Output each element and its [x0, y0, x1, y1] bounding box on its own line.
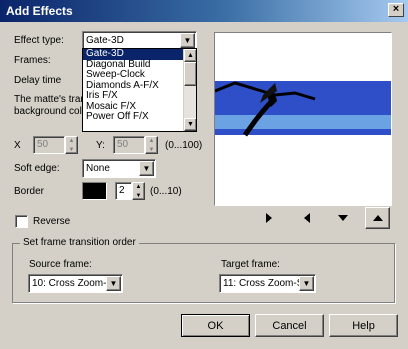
x-label: X [14, 140, 21, 151]
dropdown-item[interactable]: Sweep-Clock [83, 69, 196, 81]
matte-text-line2: background col [14, 106, 82, 117]
y-input[interactable]: 50 [113, 136, 145, 154]
arrow-left-icon [303, 213, 310, 223]
arrow-down-icon [337, 215, 348, 221]
target-frame-value: 11: Cross Zoom-S [223, 278, 304, 289]
border-width-value: 2 [119, 185, 125, 196]
scroll-up-icon[interactable]: ▲ [184, 49, 196, 62]
help-label: Help [352, 319, 375, 332]
spin-down-icon[interactable]: ▼ [66, 146, 77, 155]
border-range: (0...10) [150, 186, 182, 197]
delay-label: Delay time [14, 75, 62, 86]
xy-range: (0...100) [165, 140, 203, 151]
scroll-thumb[interactable] [184, 62, 196, 86]
move-down-button[interactable] [330, 207, 355, 229]
spin-up-icon[interactable]: ▲ [66, 137, 77, 146]
effect-type-dropdown[interactable]: Gate-3D Diagonal Build Sweep-Clock Diamo… [82, 48, 197, 132]
border-color-swatch[interactable] [82, 182, 107, 200]
close-button[interactable]: × [388, 3, 404, 17]
title-bar: Add Effects × [0, 0, 408, 22]
y-value: 50 [117, 139, 129, 150]
x-value: 50 [37, 139, 49, 150]
border-spinner[interactable]: ▲ ▼ [132, 182, 145, 200]
effect-preview [214, 32, 392, 206]
move-up-button[interactable] [365, 207, 390, 229]
x-spinner[interactable]: ▲ ▼ [65, 136, 78, 154]
spin-up-icon[interactable]: ▲ [133, 183, 144, 192]
chevron-down-icon[interactable]: ▼ [299, 276, 314, 291]
close-icon: × [392, 3, 400, 15]
y-spinner[interactable]: ▲ ▼ [145, 136, 158, 154]
dropdown-item[interactable]: Gate-3D [83, 49, 196, 60]
effect-type-label: Effect type: [14, 35, 64, 46]
help-button[interactable]: Help [329, 314, 398, 337]
frame-order-group-title: Set frame transition order [20, 237, 139, 248]
target-frame-label: Target frame: [221, 259, 280, 270]
soft-edge-value: None [86, 163, 110, 174]
reverse-checkbox[interactable] [15, 215, 28, 228]
target-frame-select[interactable]: 11: Cross Zoom-S ▼ [219, 274, 316, 293]
ok-button[interactable]: OK [181, 314, 250, 337]
border-width-input[interactable]: 2 [115, 182, 132, 200]
chevron-down-icon[interactable]: ▼ [180, 33, 195, 48]
dropdown-scrollbar[interactable]: ▲ ▼ [183, 49, 196, 131]
soft-edge-label: Soft edge: [14, 163, 60, 174]
cancel-button[interactable]: Cancel [255, 314, 324, 337]
move-left-button[interactable] [294, 207, 319, 229]
window-title: Add Effects [6, 4, 73, 18]
dropdown-item[interactable]: Iris F/X [83, 90, 196, 102]
cancel-label: Cancel [272, 319, 307, 332]
move-right-button[interactable] [256, 207, 281, 229]
source-frame-label: Source frame: [29, 259, 92, 270]
chevron-down-icon[interactable]: ▼ [139, 161, 154, 176]
arrow-up-icon [372, 215, 383, 221]
source-frame-select[interactable]: 10: Cross Zoom-S ▼ [28, 274, 123, 293]
reverse-label: Reverse [33, 216, 71, 227]
source-frame-value: 10: Cross Zoom-S [32, 278, 114, 289]
effect-type-value: Gate-3D [86, 35, 124, 46]
ok-label: OK [207, 319, 224, 332]
frame-order-group [12, 243, 395, 303]
border-label: Border [14, 186, 45, 197]
spin-down-icon[interactable]: ▼ [133, 192, 144, 201]
x-input[interactable]: 50 [33, 136, 65, 154]
soft-edge-select[interactable]: None ▼ [82, 159, 156, 178]
matte-text-line1: The matte's tran [14, 94, 82, 105]
spin-down-icon[interactable]: ▼ [146, 146, 157, 155]
arrow-right-icon [265, 213, 272, 223]
y-label: Y: [96, 140, 105, 151]
chevron-down-icon[interactable]: ▼ [106, 276, 121, 291]
frames-label: Frames: [14, 55, 51, 66]
spin-up-icon[interactable]: ▲ [146, 137, 157, 146]
preview-image [214, 33, 391, 205]
scroll-down-icon[interactable]: ▼ [184, 118, 196, 131]
dropdown-item[interactable]: Power Off F/X [83, 111, 196, 123]
